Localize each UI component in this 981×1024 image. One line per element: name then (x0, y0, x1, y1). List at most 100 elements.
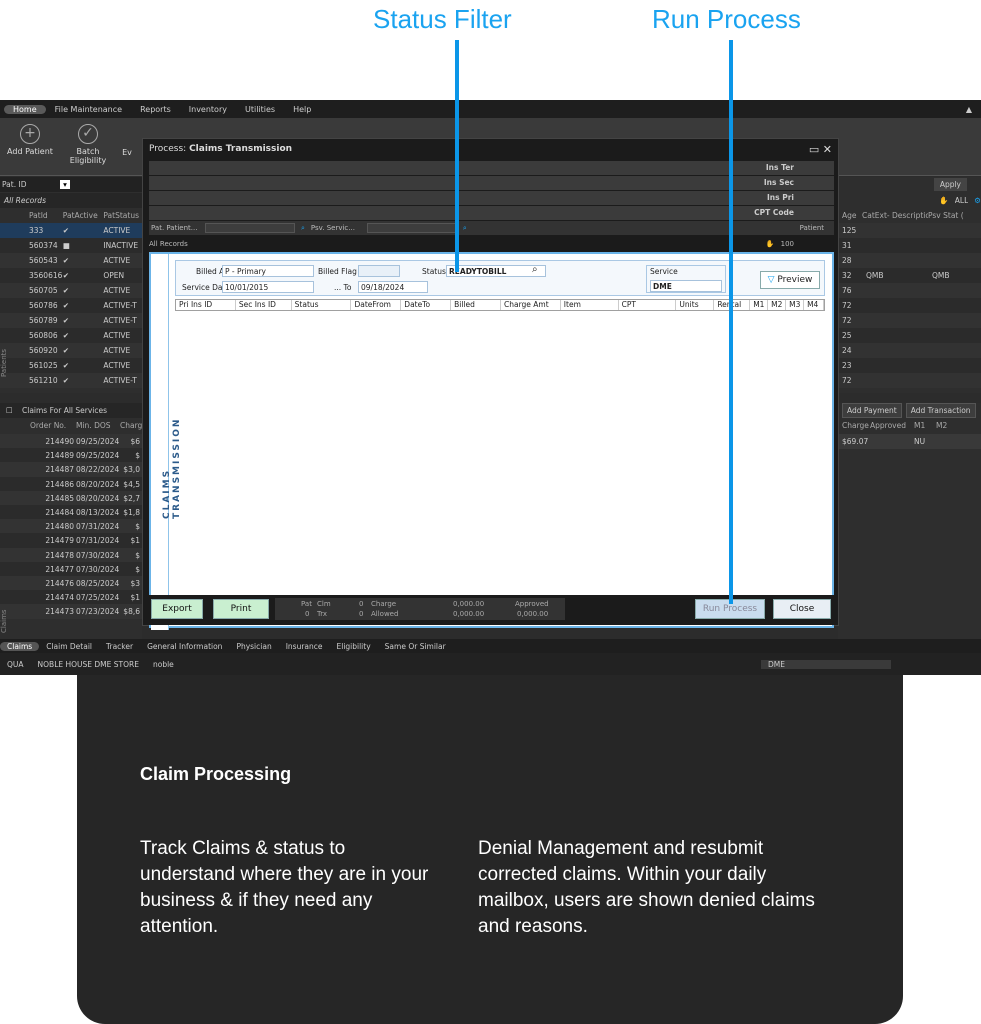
table-row[interactable]: 214490 09/25/2024 $6 (0, 434, 142, 449)
tab-2[interactable]: Tracker (99, 642, 140, 651)
cell: ✔ (62, 361, 70, 370)
column-header[interactable]: M3 (786, 300, 805, 310)
table-row[interactable]: 125 (838, 223, 981, 238)
service-select[interactable]: DME (650, 280, 722, 292)
add-payment-button[interactable]: Add Payment (842, 403, 902, 418)
cell: 214490 (45, 437, 74, 446)
claims-right-row[interactable]: $69.07 NU (838, 434, 981, 449)
table-row[interactable]: 560920 ✔ ACTIVE (0, 343, 142, 358)
table-row[interactable]: 23 (838, 358, 981, 373)
ribbon-partial-button[interactable]: Ev (112, 148, 142, 157)
table-row[interactable]: 560786 ✔ ACTIVE-T (0, 298, 142, 313)
table-row[interactable]: 560374 ■ INACTIVE (0, 238, 142, 253)
batch-eligibility-button[interactable]: ✓ Batch Eligibility (58, 124, 118, 165)
dme-select[interactable]: DME (761, 659, 891, 669)
table-row[interactable]: 214478 07/30/2024 $ (0, 547, 142, 563)
column-header[interactable]: Charge Amt (501, 300, 561, 310)
table-row[interactable]: 31 (838, 238, 981, 253)
cell: $ (135, 451, 140, 461)
table-row[interactable]: 214477 07/30/2024 $ (0, 561, 142, 577)
close-button[interactable]: Close (773, 599, 831, 619)
tab-4[interactable]: Physician (229, 642, 278, 651)
table-row[interactable]: 214476 08/25/2024 $3 (0, 576, 142, 591)
status-search-icon[interactable]: ⌕ (532, 264, 538, 275)
tab-3[interactable]: General Information (140, 642, 229, 651)
column-header[interactable]: M2 (768, 300, 787, 310)
menu-utilities[interactable]: Utilities (236, 105, 284, 114)
column-header[interactable]: DateFrom (351, 300, 402, 310)
column-header[interactable]: CPT (619, 300, 677, 310)
checkbox[interactable]: ☐ (0, 406, 22, 415)
column-header[interactable]: Units (676, 300, 715, 310)
service-date-input[interactable]: 10/01/2015 (222, 281, 314, 293)
table-row[interactable]: 214486 08/20/2024 $4,5 (0, 476, 142, 492)
table-row[interactable]: 72 (838, 373, 981, 388)
grid-icon[interactable]: ⚙ (974, 196, 981, 205)
column-header[interactable]: Status (292, 300, 352, 310)
status-input[interactable]: READYTOBILL (446, 265, 546, 277)
table-row[interactable]: 214473 07/23/2024 $8,6 (0, 604, 142, 620)
table-row[interactable]: 28 (838, 253, 981, 268)
table-row[interactable]: 561210 ✔ ACTIVE-T (0, 373, 142, 388)
table-row[interactable]: 214474 07/25/2024 $1 (0, 590, 142, 606)
print-button[interactable]: Print (213, 599, 269, 619)
table-row[interactable]: 214487 08/22/2024 $3,0 (0, 462, 142, 478)
search-icon[interactable]: ⌕ (301, 224, 305, 233)
tab-6[interactable]: Eligibility (330, 642, 378, 651)
run-process-pointer-line (729, 40, 733, 604)
add-patient-button[interactable]: + Add Patient (0, 124, 60, 156)
menu-help[interactable]: Help (284, 105, 320, 114)
cell: 214477 (45, 564, 74, 574)
table-row[interactable]: 76 (838, 283, 981, 298)
patient-search-input[interactable] (205, 223, 295, 233)
cell: $1,8 (123, 508, 140, 517)
card-right-text: Denial Management and resubmit corrected… (478, 838, 815, 937)
dropdown-icon[interactable]: ▾ (60, 180, 70, 189)
tab-7[interactable]: Same Or Similar (378, 642, 453, 651)
tab-0[interactable]: Claims (0, 641, 40, 651)
menu-file-maintenance[interactable]: File Maintenance (46, 105, 131, 114)
apply-button[interactable]: Apply (933, 178, 967, 191)
collapse-icon[interactable]: ▲ (957, 105, 981, 114)
column-header[interactable]: Sec Ins ID (236, 300, 292, 310)
table-row[interactable]: 333 ✔ ACTIVE (0, 223, 142, 238)
menu-inventory[interactable]: Inventory (180, 105, 236, 114)
column-header[interactable]: Pri Ins ID (176, 300, 236, 310)
tab-1[interactable]: Claim Detail (39, 642, 99, 651)
menu-home[interactable]: Home (4, 104, 46, 114)
table-row[interactable]: 560806 ✔ ACTIVE (0, 328, 142, 343)
cell: ✔ (62, 301, 70, 310)
column-header[interactable]: M4 (804, 300, 825, 310)
table-row[interactable]: 72 (838, 298, 981, 313)
claims-cols: Order No. Min. DOS Charg (30, 421, 142, 430)
table-row[interactable]: 214479 07/31/2024 $1 (0, 533, 142, 549)
table-row[interactable]: 214484 08/13/2024 $1,8 (0, 505, 142, 520)
table-row[interactable]: 214480 07/31/2024 $ (0, 519, 142, 535)
export-button[interactable]: Export (151, 599, 203, 619)
preview-button[interactable]: ▽ Preview (760, 271, 820, 289)
table-row[interactable]: 561025 ✔ ACTIVE (0, 358, 142, 373)
service-search-input[interactable] (366, 223, 457, 233)
tab-5[interactable]: Insurance (279, 642, 330, 651)
to-date-input[interactable]: 09/18/2024 (358, 281, 428, 293)
billed-as-select[interactable]: P - Primary (222, 265, 314, 277)
table-row[interactable]: 72 (838, 313, 981, 328)
column-header[interactable]: M1 (750, 300, 769, 310)
table-row[interactable]: 24 (838, 343, 981, 358)
close-icon[interactable]: ▭ ✕ (809, 143, 832, 156)
table-row[interactable]: 25 (838, 328, 981, 343)
table-row[interactable]: 214485 08/20/2024 $2,7 (0, 490, 142, 506)
table-row[interactable]: 3560616 ✔ OPEN (0, 268, 142, 283)
add-transaction-button[interactable]: Add Transaction (905, 403, 976, 418)
billed-flag-toggle[interactable] (358, 265, 400, 277)
table-row[interactable]: 214489 09/25/2024 $ (0, 448, 142, 464)
table-row[interactable]: 560543 ✔ ACTIVE (0, 253, 142, 268)
search-icon-2[interactable]: ⌕ (463, 224, 467, 233)
table-row[interactable]: 32 QMB QMB (838, 268, 981, 283)
column-header[interactable]: Item (561, 300, 619, 310)
column-header[interactable]: Billed (451, 300, 501, 310)
table-row[interactable]: 560789 ✔ ACTIVE-T (0, 313, 142, 328)
column-header[interactable]: DateTo (401, 300, 452, 310)
table-row[interactable]: 560705 ✔ ACTIVE (0, 283, 142, 298)
menu-reports[interactable]: Reports (131, 105, 180, 114)
